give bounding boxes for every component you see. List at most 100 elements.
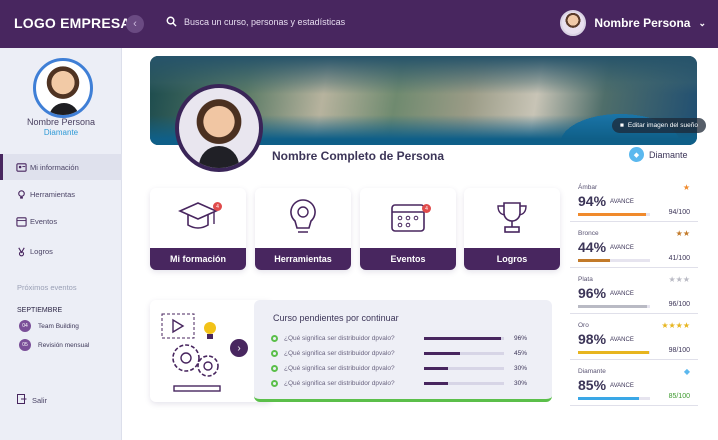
arrow-right-button[interactable]: › — [230, 339, 248, 357]
sidebar-item-eventos[interactable]: Eventos — [0, 208, 122, 234]
level-stars-icon: ★★★★ — [661, 321, 690, 330]
course-title: ¿Qué significa ser distribuidor dpvalo? — [284, 379, 395, 387]
level-progress-fill — [578, 397, 640, 400]
user-name: Nombre Persona — [594, 16, 691, 30]
level-stars-icon: ◆ — [683, 367, 690, 376]
profile-icon — [16, 162, 27, 173]
check-circle-icon — [271, 364, 278, 372]
calendar-icon — [16, 216, 27, 227]
level-stars-icon: ★★ — [675, 229, 690, 238]
level-name: Bronce — [578, 230, 599, 237]
edit-dream-image-button[interactable]: ■ Editar imagen del sueño — [611, 118, 706, 133]
logout-icon — [17, 394, 27, 406]
sidebar-user-name: Nombre Persona — [26, 117, 96, 127]
level-name: Oro — [578, 322, 589, 329]
progress-bar — [424, 381, 504, 385]
sidebar-item-mi-informacion[interactable]: Mi información — [0, 154, 122, 180]
chevron-left-icon[interactable]: ‹ — [126, 15, 144, 33]
event-day: 05 — [19, 339, 31, 351]
level-progress-bar — [578, 259, 650, 262]
progress-bar — [424, 366, 504, 370]
level-percent: 96% — [578, 285, 607, 301]
sidebar-item-herramientas[interactable]: Herramientas — [0, 181, 122, 207]
level-name: Diamante — [578, 368, 606, 375]
progress-fill — [424, 381, 448, 385]
search-icon — [166, 16, 177, 27]
level-progress: 44% AVANCE — [578, 239, 634, 255]
search-bar[interactable]: Busca un curso, personas y estadísticas — [166, 16, 345, 27]
calendar-icon — [360, 188, 456, 246]
card-label: Eventos — [360, 248, 456, 270]
edit-label: Editar imagen del sueño — [627, 122, 698, 129]
level-item: Bronce ★★ 44% AVANCE 41/100 — [570, 224, 698, 268]
company-logo[interactable]: LOGO EMPRESA — [14, 15, 131, 31]
level-percent: 94% — [578, 193, 607, 209]
logout-label: Salir — [32, 395, 48, 405]
trophy-icon — [464, 188, 560, 246]
level-item: Plata ★★★ 96% AVANCE 96/100 — [570, 270, 698, 314]
level-progress-fill — [578, 213, 646, 216]
level-progress-bar — [578, 213, 650, 216]
progress-percent: 45% — [514, 349, 528, 357]
medal-icon — [16, 246, 27, 257]
pending-course-row[interactable]: ¿Qué significa ser distribuidor dpvalo? 3… — [271, 377, 541, 389]
upcoming-events-title: Próximos eventos — [17, 283, 77, 292]
check-circle-icon — [271, 334, 278, 342]
level-unit: AVANCE — [610, 383, 634, 390]
card-label: Herramientas — [255, 248, 351, 270]
card-eventos[interactable]: 4 Eventos — [360, 188, 456, 270]
progress-fill — [424, 351, 460, 355]
graduation-cap-icon — [150, 188, 246, 246]
level-item: Oro ★★★★ 98% AVANCE 98/100 — [570, 316, 698, 360]
pending-course-row[interactable]: ¿Qué significa ser distribuidor dpvalo? 9… — [271, 332, 541, 344]
diamond-icon: ◆ — [629, 147, 644, 162]
progress-fill — [424, 336, 501, 340]
progress-bar — [424, 351, 504, 355]
notification-badge: 4 — [422, 204, 431, 213]
avatar — [560, 10, 587, 36]
level-percent: 98% — [578, 331, 607, 347]
level-progress: 98% AVANCE — [578, 331, 634, 347]
progress-percent: 96% — [514, 334, 528, 342]
events-month: SEPTIEMBRE — [17, 307, 63, 314]
level-name: Plata — [578, 276, 593, 283]
tools-icon — [16, 189, 27, 200]
level-unit: AVANCE — [610, 291, 634, 298]
top-bar: LOGO EMPRESA ‹ Busca un curso, personas … — [0, 0, 718, 48]
sidebar-item-label: Logros — [30, 246, 53, 256]
card-label: Logros — [464, 248, 560, 270]
user-menu[interactable]: Nombre Persona ⌄ — [560, 10, 706, 36]
lightbulb-gear-icon — [255, 188, 351, 246]
event-item[interactable]: 05 Revisión mensual — [19, 339, 89, 351]
pending-course-row[interactable]: ¿Qué significa ser distribuidor dpvalo? 4… — [271, 347, 541, 359]
level-unit: AVANCE — [610, 245, 634, 252]
pending-title: Curso pendientes por continuar — [273, 313, 399, 323]
full-name: Nombre Completo de Persona — [272, 149, 445, 163]
progress-percent: 30% — [514, 364, 528, 372]
search-input[interactable]: Busca un curso, personas y estadísticas — [184, 17, 345, 27]
pending-course-row[interactable]: ¿Qué significa ser distribuidor dpvalo? 3… — [271, 362, 541, 374]
profile-picture[interactable] — [175, 84, 263, 172]
card-label: Mi formación — [150, 248, 246, 270]
tier-label: Diamante — [649, 149, 688, 160]
event-item[interactable]: 04 Team Building — [19, 320, 79, 332]
sidebar-item-logros[interactable]: Logros — [0, 238, 122, 264]
logout-button[interactable]: Salir — [17, 394, 47, 406]
card-herramientas[interactable]: Herramientas — [255, 188, 351, 270]
progress-percent: 30% — [514, 379, 528, 387]
card-logros[interactable]: Logros — [464, 188, 560, 270]
pending-courses-panel: Curso pendientes por continuar ¿Qué sign… — [254, 300, 552, 402]
progress-fill — [424, 366, 448, 370]
event-label: Revisión mensual — [38, 341, 90, 349]
sidebar-avatar — [33, 58, 93, 118]
course-title: ¿Qué significa ser distribuidor dpvalo? — [284, 349, 395, 357]
level-item: Diamante ◆ 85% AVANCE 85/100 — [570, 362, 698, 406]
level-percent: 85% — [578, 377, 607, 393]
level-stars-icon: ★ — [682, 183, 690, 192]
sidebar-item-label: Mi información — [30, 162, 79, 172]
notification-badge: 4 — [213, 202, 222, 211]
level-score: 98/100 — [668, 347, 690, 354]
card-mi-formacion[interactable]: 4 Mi formación — [150, 188, 246, 270]
level-unit: AVANCE — [610, 337, 634, 344]
level-score: 94/100 — [668, 209, 690, 216]
